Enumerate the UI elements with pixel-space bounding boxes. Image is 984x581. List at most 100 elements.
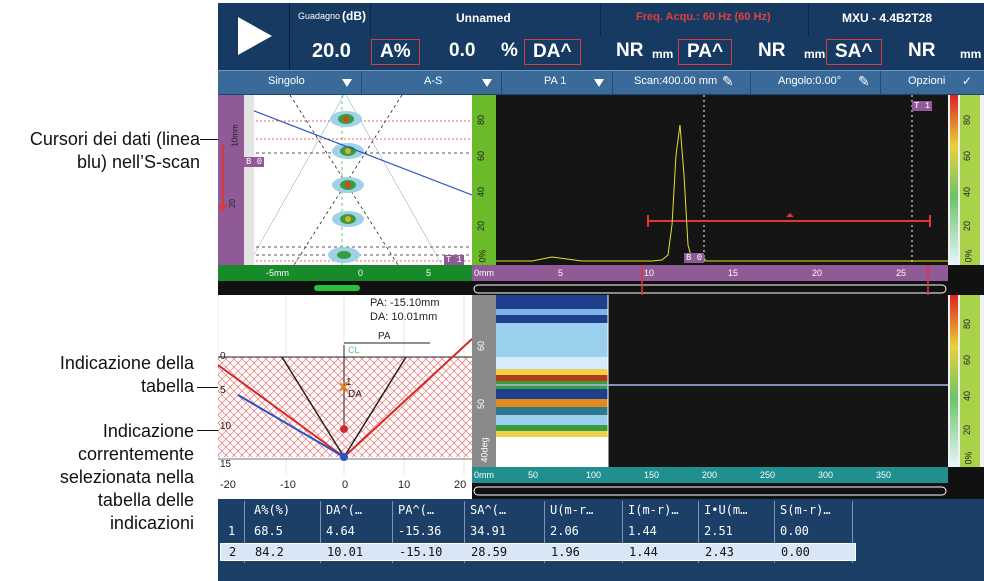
sscan-xtick: -5mm [266, 268, 289, 278]
cscan-right-tick: 0% [963, 451, 974, 465]
annotation-line: Indicazione della [59, 353, 194, 373]
annotation-line: indicazioni [109, 513, 194, 533]
gain-unit: (dB) [342, 9, 366, 23]
column-header[interactable]: PA^(… [398, 503, 434, 517]
reading-pa-value: NR [758, 40, 786, 61]
ascan-right-tick: 20 [962, 220, 973, 232]
geom-ytick: 0 [220, 351, 226, 362]
ascan-ytick: 40 [476, 186, 487, 198]
cursor-b0-label[interactable]: B 0 [244, 157, 265, 167]
annotation-table-indication: Indicazione della tabella [0, 352, 194, 398]
separator [600, 3, 601, 36]
dropdown-arrow-icon[interactable] [342, 79, 352, 87]
column-header[interactable]: U(m-r… [550, 503, 593, 517]
setup-title: Unnamed [456, 11, 511, 25]
column-header[interactable]: I•U(m… [704, 503, 747, 517]
column-header[interactable]: DA^(… [326, 503, 362, 517]
check-icon[interactable]: ✓ [962, 74, 972, 88]
gain-label: Guadagno [298, 11, 341, 21]
device-screen: Guadagno (dB) 20.0 Unnamed Freq. Acqu.: … [218, 3, 984, 581]
table-cell: 0.00 [781, 545, 810, 559]
annotation-line: Indicazione [102, 421, 194, 441]
menu-item-options[interactable]: Opzioni [908, 75, 945, 87]
cscan-right-tick: 40 [962, 390, 973, 402]
cscan-view[interactable]: 60 50 40deg 0mm 50 100 150 200 250 300 3… [472, 295, 984, 499]
geom-ytick: 5 [220, 385, 226, 396]
column-header[interactable]: S(m-r)… [780, 503, 831, 517]
reading-a-label[interactable]: A% [371, 39, 420, 65]
ascan-cursor-b0[interactable]: B 0 [684, 253, 705, 263]
table-cell: 1.44 [628, 524, 657, 538]
ascan-right-tick: 40 [962, 186, 973, 198]
cscan-xtick: 150 [644, 470, 660, 480]
ascan-xtick: 5 [558, 268, 564, 278]
table-cell: 2.06 [550, 524, 579, 538]
row-number: 2 [229, 545, 237, 559]
cscan-ytick: 50 [476, 398, 487, 410]
cscan-ytick: 60 [476, 340, 487, 352]
separator [361, 71, 362, 96]
pa-dimension-label: PA [378, 331, 391, 342]
reading-a-unit: % [501, 40, 518, 61]
dropdown-arrow-icon[interactable] [594, 79, 604, 87]
annotation-line: blu) nell’S-scan [76, 152, 200, 172]
play-button[interactable] [218, 3, 290, 70]
reading-da-label[interactable]: DA^ [524, 39, 581, 65]
ascan-ytick: 0% [477, 249, 488, 263]
ascan-ytick: 20 [476, 220, 487, 232]
table-cell: 68.5 [254, 524, 283, 538]
column-header[interactable]: A%(%) [254, 503, 290, 517]
geom-ytick: 15 [220, 459, 232, 470]
separator [612, 71, 613, 96]
gain-value[interactable]: 20.0 [312, 40, 351, 63]
cscan-xtick: 200 [702, 470, 718, 480]
reading-sa-label[interactable]: SA^ [826, 39, 882, 65]
cscan-stripes [496, 295, 608, 467]
cscan-xtick: 50 [528, 470, 539, 480]
geom-ytick: 10 [220, 421, 232, 432]
separator [750, 71, 751, 96]
pencil-icon[interactable]: ✎ [722, 73, 734, 90]
menu-item-layout[interactable]: Singolo [268, 75, 305, 87]
geom-xtick: 0 [342, 479, 349, 491]
separator [370, 3, 371, 36]
table-cell: 1.96 [551, 545, 580, 559]
menu-item-view[interactable]: A-S [424, 75, 442, 87]
ascan-right-tick: 80 [962, 114, 973, 126]
table-cell: 4.64 [326, 524, 355, 538]
menu-item-group[interactable]: PA 1 [544, 75, 566, 87]
reading-a-value: 0.0 [449, 40, 476, 61]
sscan-ytick: 10mm [230, 124, 240, 147]
cscan-ytick: 40deg [479, 437, 490, 463]
ascan-right-tick: 0% [963, 249, 974, 263]
column-header[interactable]: I(m-r)… [628, 503, 679, 517]
cursor-t1-label[interactable]: T 1 [444, 255, 465, 265]
table-row[interactable]: 1 68.5 4.64 -15.36 34.91 2.06 1.44 2.51 … [218, 523, 858, 541]
reading-da-value: NR [616, 40, 644, 61]
top-bar: Guadagno (dB) 20.0 Unnamed Freq. Acqu.: … [218, 3, 984, 70]
ascan-cursor-t1[interactable]: T 1 [912, 101, 933, 111]
cscan-xtick: 300 [818, 470, 834, 480]
indication-geometry-view[interactable]: PA: -15.10mm DA: 10.01mm PA CL 1 DA 0 5 … [218, 295, 472, 499]
ascan-view[interactable]: 80 60 40 20 0% 0mm 5 10 15 20 25 T 1 B 0… [472, 95, 984, 295]
ascan-xtick: 10 [644, 268, 655, 278]
sscan-plot [218, 95, 472, 295]
table-cell: 2.43 [705, 545, 734, 559]
da-dimension-label: DA [348, 389, 362, 400]
table-cell: 34.91 [470, 524, 507, 538]
table-cell: 84.2 [255, 545, 284, 559]
column-header[interactable]: SA^(… [470, 503, 506, 517]
sscan-view[interactable]: B 0 T 1 10mm 20 -5mm 0 5 [218, 95, 472, 295]
cscan-plot [472, 295, 984, 499]
table-row-selected[interactable]: 2 84.2 10.01 -15.10 28.59 1.96 1.44 2.43… [220, 543, 856, 561]
ascan-right-tick: 60 [962, 150, 973, 162]
annotation-data-cursors: Cursori dei dati (linea blu) nell’S-scan [0, 128, 200, 174]
reading-pa-label[interactable]: PA^ [678, 39, 733, 65]
indications-table: A%(%) DA^(… PA^(… SA^(… U(m-r… I(m-r)… I… [218, 499, 984, 581]
dropdown-arrow-icon[interactable] [482, 79, 492, 87]
menu-item-angle[interactable]: Angolo:0.00° [778, 75, 841, 87]
table-indication-number: 1 [346, 377, 352, 388]
table-cell: 10.01 [327, 545, 364, 559]
menu-item-scan[interactable]: Scan:400.00 mm [634, 75, 717, 87]
pencil-icon[interactable]: ✎ [858, 73, 870, 90]
